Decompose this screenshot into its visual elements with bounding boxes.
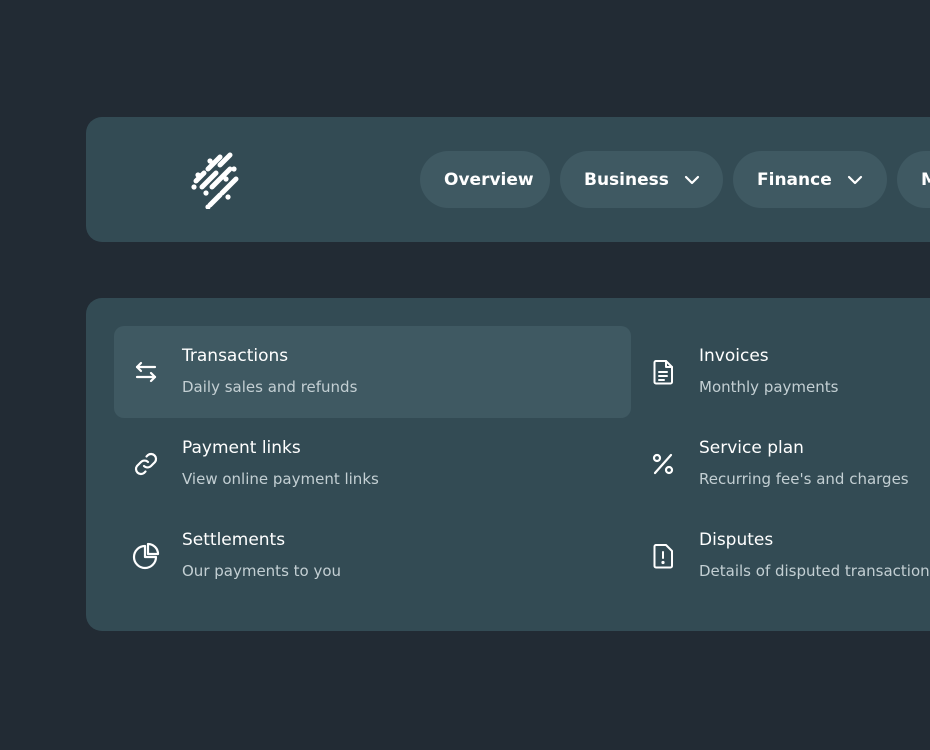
menu-item-title: Invoices [699,346,769,366]
nav-item-business[interactable]: Business [560,151,723,208]
nav-item-label: Business [584,169,669,190]
dropdown-menu-panel: Transactions Daily sales and refunds Inv… [86,298,930,631]
menu-item-description: Recurring fee's and charges [699,470,909,488]
menu-item-payment-links[interactable]: Payment links View online payment links [114,418,631,510]
menu-item-description: View online payment links [182,470,379,488]
nav-item-label: Overview [444,169,534,190]
alert-document-icon [649,542,677,570]
menu-item-service-plan[interactable]: Service plan Recurring fee's and charges [631,418,930,510]
top-navbar: Overview Business Finance M [86,117,930,242]
menu-item-settlements[interactable]: Settlements Our payments to you [114,510,631,602]
document-icon [649,358,677,386]
menu-item-invoices[interactable]: Invoices Monthly payments [631,326,930,418]
pie-chart-icon [132,542,160,570]
menu-item-title: Payment links [182,438,301,458]
menu-item-transactions[interactable]: Transactions Daily sales and refunds [114,326,631,418]
menu-item-disputes[interactable]: Disputes Details of disputed transaction… [631,510,930,602]
nav-item-label: Finance [757,169,832,190]
menu-item-title: Disputes [699,530,774,550]
menu-item-description: Our payments to you [182,562,342,580]
menu-item-title: Settlements [182,530,286,550]
chevron-down-icon [683,171,701,189]
nav-item-finance[interactable]: Finance [733,151,887,208]
brand-logo-icon[interactable] [190,151,242,209]
chevron-down-icon [846,171,864,189]
nav-item-overview[interactable]: Overview [420,151,550,208]
menu-item-description: Details of disputed transactions [699,562,930,580]
nav-item-label: M [921,169,930,190]
menu-item-description: Daily sales and refunds [182,378,358,396]
percent-icon [649,450,677,478]
link-icon [132,450,160,478]
nav-item-more[interactable]: M [897,151,930,208]
menu-item-title: Transactions [182,346,289,366]
arrows-exchange-icon [132,358,160,386]
page: Overview Business Finance M Transactions… [0,0,930,750]
menu-item-title: Service plan [699,438,804,458]
menu-item-description: Monthly payments [699,378,839,396]
